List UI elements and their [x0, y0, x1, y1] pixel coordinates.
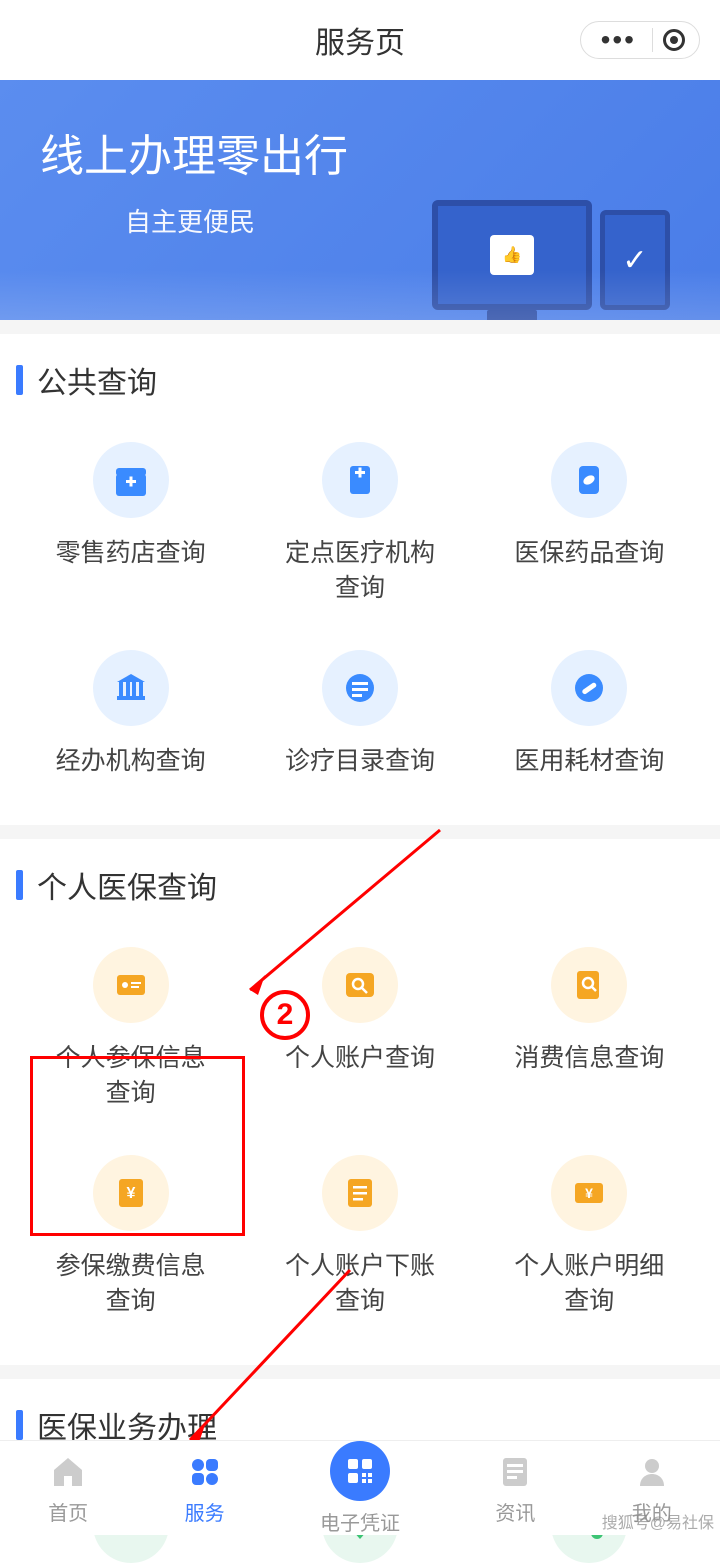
banner-title: 线上办理零出行 [40, 120, 348, 184]
docsearch-icon [551, 947, 627, 1023]
item-account-detail[interactable]: ¥ 个人账户明细查询 [475, 1139, 704, 1335]
close-icon[interactable] [663, 29, 685, 51]
svg-text:¥: ¥ [126, 1185, 135, 1202]
payment-icon: ¥ [93, 1155, 169, 1231]
item-label: 定点医疗机构查询 [280, 536, 440, 606]
item-label: 个人账户明细查询 [509, 1249, 669, 1319]
item-account-query[interactable]: 个人账户查询 [245, 931, 474, 1127]
tab-services[interactable]: 服务 [184, 1451, 226, 1526]
more-icon[interactable]: ••• [595, 35, 642, 45]
tab-news[interactable]: 资讯 [494, 1451, 536, 1526]
item-label: 经办机构查询 [56, 744, 206, 779]
qr-icon [330, 1441, 390, 1501]
section-public-query: 公共查询 零售药店查询 定点医疗机构查询 医保药品查询 经办机构查询 诊疗目录查… [0, 334, 720, 825]
item-label: 零售药店查询 [56, 536, 206, 571]
item-payment-info[interactable]: ¥ 参保缴费信息查询 [16, 1139, 245, 1335]
profile-icon [631, 1451, 673, 1493]
item-insurance-info[interactable]: 个人参保信息查询 [16, 931, 245, 1127]
item-label: 医用耗材查询 [514, 744, 664, 779]
item-label: 参保缴费信息查询 [51, 1249, 211, 1319]
watermark: 搜狐号@易社保 [602, 1509, 714, 1533]
tab-label: 服务 [185, 1497, 225, 1526]
item-catalog-query[interactable]: 诊疗目录查询 [245, 634, 474, 795]
item-supplies-query[interactable]: 医用耗材查询 [475, 634, 704, 795]
institution-icon [93, 650, 169, 726]
list-icon [322, 1155, 398, 1231]
item-medicine-query[interactable]: 医保药品查询 [475, 426, 704, 622]
divider [652, 28, 653, 52]
section-accent [16, 1410, 23, 1440]
detail-icon: ¥ [551, 1155, 627, 1231]
banner: 线上办理零出行 自主更便民 👍 ✓ [0, 80, 720, 320]
tab-label: 电子凭证 [320, 1507, 400, 1536]
news-icon [494, 1451, 536, 1493]
tab-label: 首页 [48, 1497, 88, 1526]
page-title: 服务页 [315, 18, 405, 62]
tab-home[interactable]: 首页 [47, 1451, 89, 1526]
svg-text:¥: ¥ [585, 1185, 593, 1201]
item-label: 个人账户下账查询 [280, 1249, 440, 1319]
card-icon [93, 947, 169, 1023]
search-icon [322, 947, 398, 1023]
app-header: 服务页 ••• [0, 0, 720, 80]
banner-subtitle: 自主更便民 [40, 202, 340, 239]
services-icon [184, 1451, 226, 1493]
medicine-icon [551, 442, 627, 518]
miniprogram-controls[interactable]: ••• [580, 21, 700, 59]
section-personal-query: 个人医保查询 个人参保信息查询 个人账户查询 消费信息查询 ¥ 参保缴费信息查询… [0, 839, 720, 1365]
section-title: 个人医保查询 [37, 863, 217, 907]
home-icon [47, 1451, 89, 1493]
item-label: 诊疗目录查询 [285, 744, 435, 779]
tab-certificate[interactable]: 电子凭证 [320, 1441, 400, 1536]
item-institution-query[interactable]: 经办机构查询 [16, 634, 245, 795]
item-label: 医保药品查询 [514, 536, 664, 571]
item-account-down[interactable]: 个人账户下账查询 [245, 1139, 474, 1335]
catalog-icon [322, 650, 398, 726]
item-label: 个人参保信息查询 [51, 1041, 211, 1111]
tab-label: 资讯 [495, 1497, 535, 1526]
item-consumption-query[interactable]: 消费信息查询 [475, 931, 704, 1127]
item-hospital-query[interactable]: 定点医疗机构查询 [245, 426, 474, 622]
item-label: 消费信息查询 [514, 1041, 664, 1076]
item-label: 个人账户查询 [285, 1041, 435, 1076]
section-accent [16, 870, 23, 900]
section-title: 公共查询 [37, 358, 157, 402]
pharmacy-icon [93, 442, 169, 518]
section-accent [16, 365, 23, 395]
item-pharmacy-query[interactable]: 零售药店查询 [16, 426, 245, 622]
hospital-icon [322, 442, 398, 518]
supplies-icon [551, 650, 627, 726]
